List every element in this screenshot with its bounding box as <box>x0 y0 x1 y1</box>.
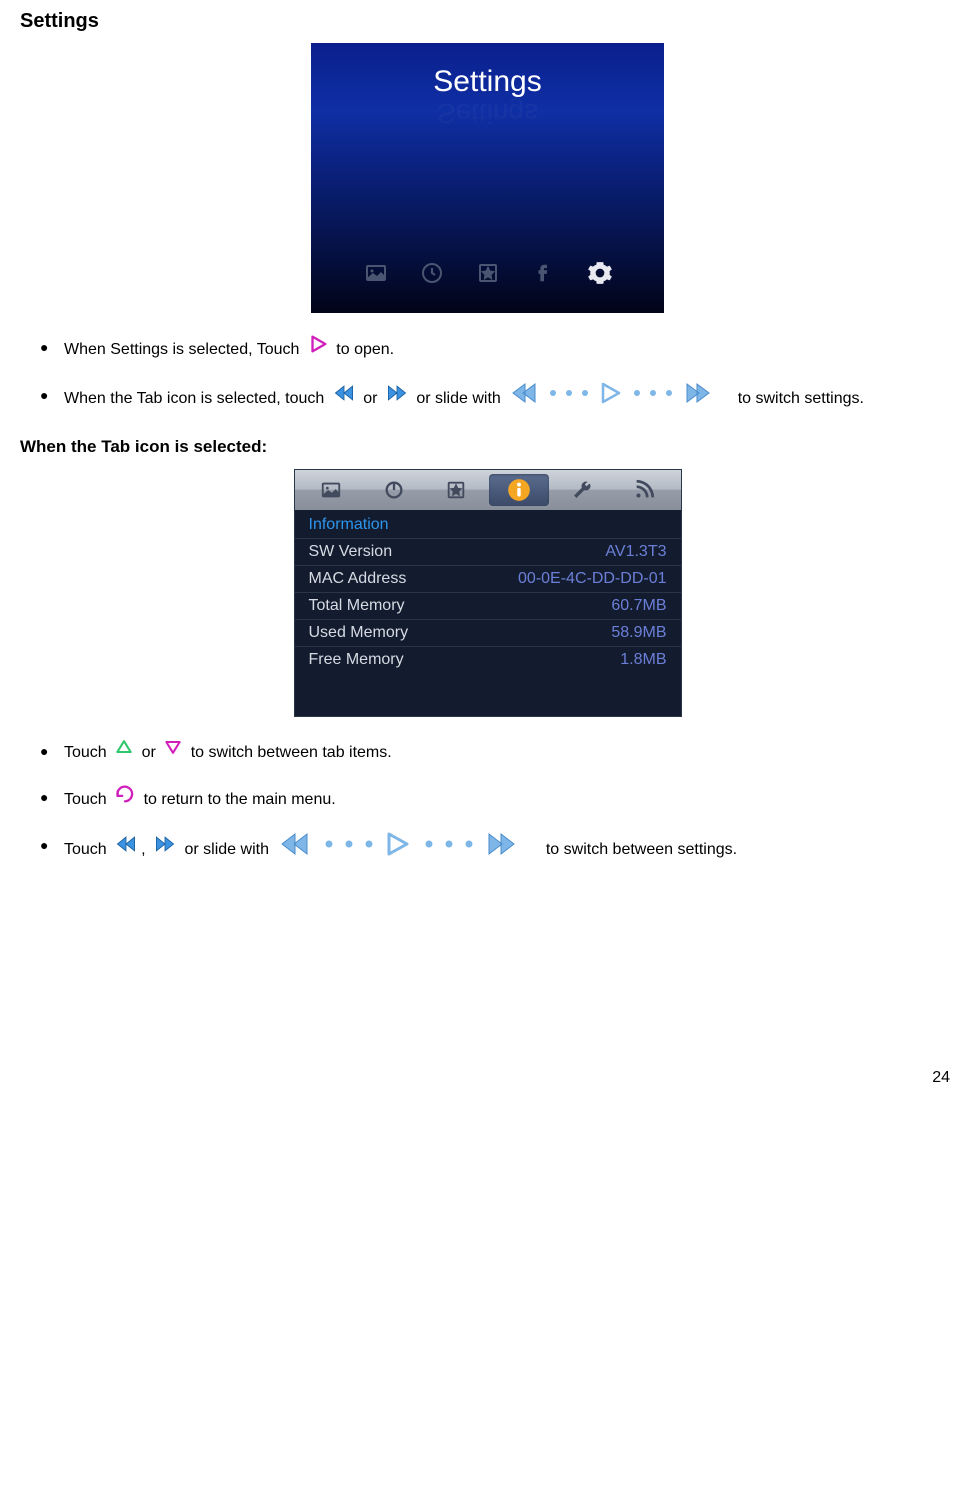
text: to open. <box>336 341 394 358</box>
list-item: When Settings is selected, Touch to open… <box>20 333 955 367</box>
text: to switch settings. <box>738 390 864 407</box>
star-icon <box>474 259 502 287</box>
settings-icon-bar <box>311 259 664 287</box>
clock-icon <box>418 259 446 287</box>
page-heading: Settings <box>20 10 955 33</box>
row-label: MAC Address <box>309 570 407 588</box>
text: to switch between tab items. <box>191 744 392 761</box>
info-list: Information SW Version AV1.3T3 MAC Addre… <box>295 510 681 675</box>
row-value: AV1.3T3 <box>605 543 666 561</box>
double-left-icon <box>114 834 138 866</box>
subheading: When the Tab icon is selected: <box>20 437 955 457</box>
text: to switch between settings. <box>546 841 737 858</box>
facebook-icon <box>530 259 558 287</box>
double-right-icon <box>153 834 177 866</box>
row-value: 60.7MB <box>611 597 666 615</box>
info-header: Information <box>295 512 681 538</box>
row-label: Total Memory <box>309 597 405 615</box>
picture-icon <box>362 259 390 287</box>
triangle-down-icon <box>163 737 183 769</box>
row-value: 1.8MB <box>620 651 666 669</box>
text: Touch <box>64 791 111 808</box>
row-value: 00-0E-4C-DD-DD-01 <box>518 570 666 588</box>
list-item: Touch or to switch between tab items. <box>20 737 955 769</box>
gear-icon <box>586 259 614 287</box>
row-label: Free Memory <box>309 651 404 669</box>
text: , <box>141 841 150 858</box>
table-row: Used Memory 58.9MB <box>295 619 681 646</box>
slide-gesture-icon <box>273 831 541 869</box>
rss-icon <box>614 474 675 506</box>
text: When Settings is selected, Touch <box>64 341 304 358</box>
text: or slide with <box>416 390 505 407</box>
triangle-up-icon <box>114 737 134 769</box>
table-row: Total Memory 60.7MB <box>295 592 681 619</box>
slide-gesture-icon <box>505 381 733 417</box>
info-tabbar <box>295 470 681 510</box>
wrench-icon <box>551 474 612 506</box>
settings-title: Settings <box>311 43 664 99</box>
list-item: When the Tab icon is selected, touch or … <box>20 381 955 417</box>
return-icon <box>114 783 136 817</box>
table-row: SW Version AV1.3T3 <box>295 538 681 565</box>
text: or slide with <box>184 841 273 858</box>
double-left-icon <box>332 383 356 415</box>
power-icon <box>363 474 424 506</box>
bullet-list-bottom: Touch or to switch between tab items. To… <box>20 737 955 869</box>
page-number: 24 <box>20 1069 955 1087</box>
text: or <box>363 390 382 407</box>
text: Touch <box>64 841 111 858</box>
picture-icon <box>301 474 362 506</box>
table-row: MAC Address 00-0E-4C-DD-DD-01 <box>295 565 681 592</box>
list-item: Touch , or slide with to switch between … <box>20 831 955 869</box>
list-item: Touch to return to the main menu. <box>20 783 955 817</box>
text: Touch <box>64 744 111 761</box>
row-value: 58.9MB <box>611 624 666 642</box>
settings-title-reflection: Settings <box>311 97 664 129</box>
text: or <box>142 744 161 761</box>
row-label: SW Version <box>309 543 393 561</box>
row-label: Used Memory <box>309 624 409 642</box>
text: When the Tab icon is selected, touch <box>64 390 329 407</box>
info-screenshot: Information SW Version AV1.3T3 MAC Addre… <box>294 469 682 717</box>
settings-screenshot: Settings Settings <box>311 43 664 313</box>
table-row: Free Memory 1.8MB <box>295 646 681 673</box>
double-right-icon <box>385 383 409 415</box>
info-icon <box>489 474 550 506</box>
text: to return to the main menu. <box>144 791 336 808</box>
play-icon <box>307 333 329 367</box>
star-icon <box>426 474 487 506</box>
bullet-list-top: When Settings is selected, Touch to open… <box>20 333 955 417</box>
